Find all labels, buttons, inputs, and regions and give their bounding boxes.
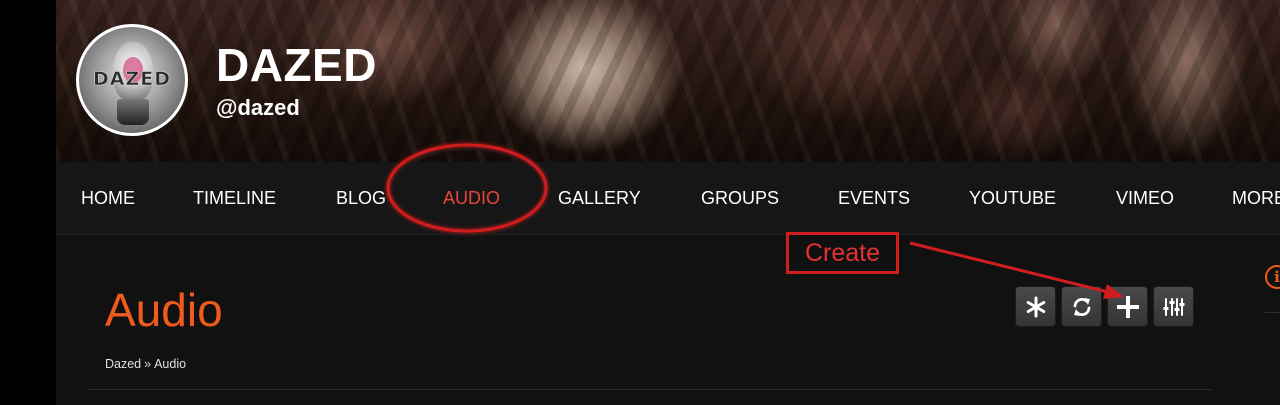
cover-image: DAZED DAZED @dazed bbox=[56, 0, 1280, 162]
nav-item-timeline[interactable]: TIMELINE bbox=[193, 188, 276, 208]
plus-icon bbox=[1117, 296, 1139, 318]
refresh-button[interactable] bbox=[1061, 286, 1102, 327]
star-button[interactable] bbox=[1015, 286, 1056, 327]
breadcrumb-current: Audio bbox=[154, 357, 187, 371]
refresh-icon bbox=[1073, 298, 1091, 316]
nav-item-home[interactable]: HOME bbox=[81, 188, 135, 208]
breadcrumb-separator: » bbox=[144, 357, 152, 371]
nav-item-youtube[interactable]: YOUTUBE bbox=[969, 188, 1056, 208]
annotation-create-label: Create bbox=[786, 232, 899, 274]
settings-button[interactable] bbox=[1153, 286, 1194, 327]
profile-name[interactable]: DAZED bbox=[216, 42, 377, 88]
nav-item-groups[interactable]: GROUPS bbox=[701, 188, 779, 208]
asterisk-icon bbox=[1026, 296, 1046, 318]
avatar-logo-text: DAZED bbox=[92, 68, 171, 91]
page: DAZED DAZED @dazed HOME TIMELINE BLOG AU… bbox=[56, 0, 1280, 405]
nav-item-events[interactable]: EVENTS bbox=[838, 188, 910, 208]
info-icon[interactable]: i bbox=[1265, 265, 1280, 289]
nav-item-vimeo[interactable]: VIMEO bbox=[1116, 188, 1174, 208]
page-title: Audio bbox=[105, 284, 223, 336]
create-button[interactable] bbox=[1107, 286, 1148, 327]
main-nav: HOME TIMELINE BLOG AUDIO GALLERY GROUPS … bbox=[56, 162, 1280, 235]
avatar[interactable]: DAZED bbox=[76, 24, 188, 136]
nav-item-more[interactable]: MORE bbox=[1232, 188, 1280, 208]
nav-item-blog[interactable]: BLOG bbox=[336, 188, 386, 208]
avatar-base bbox=[117, 99, 149, 125]
sidebar-divider bbox=[1265, 312, 1280, 313]
nav-item-audio[interactable]: AUDIO bbox=[443, 188, 500, 208]
header-divider bbox=[88, 389, 1212, 390]
profile-handle[interactable]: @dazed bbox=[216, 97, 300, 119]
nav-item-gallery[interactable]: GALLERY bbox=[558, 188, 641, 208]
sliders-icon bbox=[1163, 298, 1185, 316]
breadcrumb-root[interactable]: Dazed bbox=[105, 357, 141, 371]
breadcrumb: Dazed» Audio bbox=[105, 357, 186, 371]
